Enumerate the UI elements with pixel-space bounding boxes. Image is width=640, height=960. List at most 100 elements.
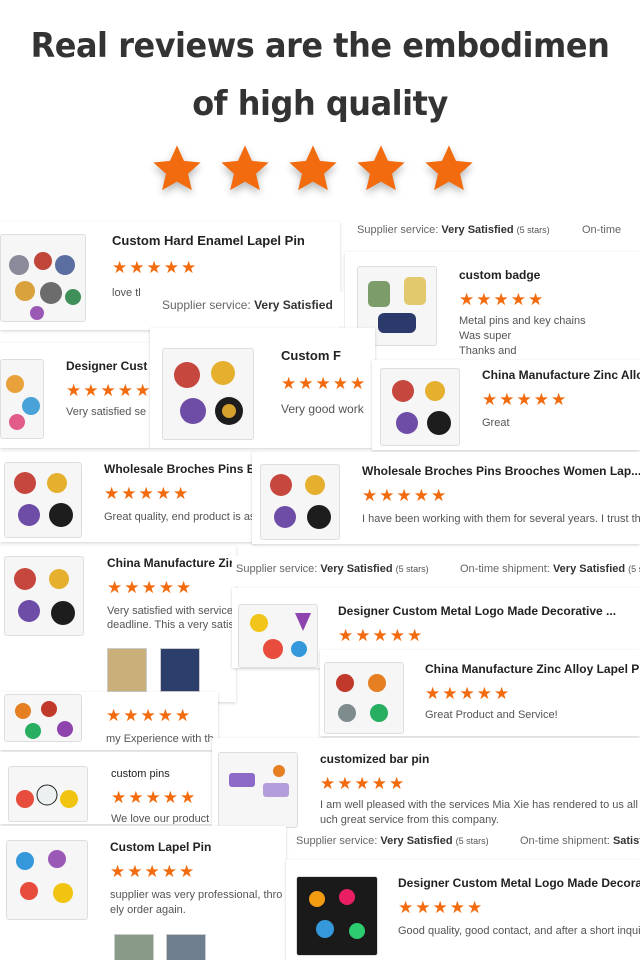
- star-icon: ★: [398, 898, 414, 918]
- star-icon: [357, 145, 405, 191]
- rating-stars: ★ ★ ★ ★ ★: [398, 900, 482, 917]
- review-card[interactable]: ★ ★ ★ ★ ★ my Experience with th: [0, 692, 218, 750]
- review-title: China Manufacture Zinc Allo: [482, 368, 640, 382]
- service-stars: (5 stars): [516, 225, 550, 235]
- star-icon: [221, 145, 269, 191]
- service-label: Supplier service:: [296, 835, 378, 847]
- star-icon: [425, 145, 473, 191]
- product-image: [238, 604, 318, 668]
- product-image: [0, 234, 86, 322]
- review-card[interactable]: Designer Cust ★ ★ ★ ★ ★ Very satisfied se: [0, 343, 150, 448]
- star-icon: ★: [459, 290, 475, 310]
- star-icon: ★: [510, 290, 526, 310]
- star-icon: ★: [415, 898, 431, 918]
- review-card[interactable]: Custom F ★ ★ ★ ★ ★ Very good work: [150, 328, 375, 448]
- star-icon: ★: [117, 381, 133, 401]
- star-icon: ★: [432, 898, 448, 918]
- star-icon: ★: [389, 626, 405, 646]
- star-icon: ★: [467, 898, 483, 918]
- star-icon: ★: [371, 774, 387, 794]
- review-text: Great: [482, 417, 510, 429]
- review-photo[interactable]: [166, 934, 206, 960]
- rating-stars: ★ ★ ★ ★ ★: [320, 776, 404, 793]
- star-icon: ★: [516, 390, 532, 410]
- star-icon: ★: [528, 290, 544, 310]
- service-label: Supplier service:: [162, 298, 251, 312]
- rating-stars: ★ ★ ★ ★ ★: [111, 790, 195, 807]
- review-text: ely order again.: [110, 904, 186, 916]
- star-icon: ★: [158, 578, 174, 598]
- star-icon: ★: [104, 484, 120, 504]
- review-card[interactable]: Custom Lapel Pin ★ ★ ★ ★ ★ supplier was very…: [0, 826, 286, 960]
- star-icon: ★: [379, 486, 395, 506]
- service-label: Supplier service:: [357, 224, 439, 236]
- star-icon: ★: [482, 390, 498, 410]
- star-icon: ★: [111, 788, 127, 808]
- review-card[interactable]: Wholesale Broches Pins B ★ ★ ★ ★ ★ Great qua…: [0, 452, 258, 542]
- review-text: deadline. This a very satis: [107, 619, 234, 631]
- review-title: China Manufacture Zinc Alloy Lapel Pi: [425, 662, 640, 676]
- rating-stars: ★ ★ ★ ★ ★: [104, 486, 188, 503]
- star-icon: ★: [533, 390, 549, 410]
- star-icon: ★: [354, 774, 370, 794]
- rating-stars: ★ ★ ★ ★ ★: [106, 708, 190, 725]
- rating-stars: ★ ★ ★ ★ ★: [338, 628, 422, 645]
- review-text: We love our product: [111, 813, 210, 824]
- star-icon: ★: [83, 381, 99, 401]
- ontime-label: On-time shipment:: [460, 563, 550, 575]
- review-card[interactable]: China Manufacture Zinc Alloy Lapel Pi ★ ★…: [320, 650, 640, 736]
- review-card[interactable]: China Manufacture Zir ★ ★ ★ ★ ★ Very satisfi…: [0, 546, 236, 702]
- star-icon: ★: [181, 258, 197, 278]
- review-photo[interactable]: [114, 934, 154, 960]
- review-photo[interactable]: [107, 648, 147, 692]
- review-title: custom badge: [459, 268, 541, 282]
- star-icon: ★: [124, 578, 140, 598]
- star-icon: ★: [106, 706, 122, 726]
- star-icon: ★: [144, 862, 160, 882]
- review-text: Thanks and: [459, 345, 517, 357]
- star-icon: ★: [476, 290, 492, 310]
- review-photo[interactable]: [160, 648, 200, 692]
- review-title: Wholesale Broches Pins Brooches Women La…: [362, 464, 640, 478]
- review-card[interactable]: custom pins ★ ★ ★ ★ ★ We love our product: [0, 752, 212, 824]
- star-icon: ★: [442, 684, 458, 704]
- review-card[interactable]: custom badge ★ ★ ★ ★ ★ Metal pins and key ch…: [345, 252, 640, 364]
- review-title: Wholesale Broches Pins B: [104, 462, 256, 476]
- star-icon: ★: [337, 774, 353, 794]
- service-bar: Supplier service: Very Satisfied: [146, 292, 344, 326]
- review-text: Very good work: [281, 402, 364, 416]
- star-icon: ★: [146, 258, 162, 278]
- service-value: Very Satisfied: [380, 835, 453, 847]
- service-value: Very Satisfied: [320, 563, 393, 575]
- headline-line-1: Real reviews are the embodimen: [30, 26, 610, 66]
- star-icon: ★: [162, 788, 178, 808]
- service-stars: (5 stars): [395, 564, 429, 574]
- star-icon: ★: [127, 862, 143, 882]
- ontime-label: On-time shipment:: [520, 835, 610, 847]
- star-icon: ★: [138, 484, 154, 504]
- review-card[interactable]: Designer Custom Metal Logo Made Decora ★…: [286, 860, 640, 960]
- service-stars: (5 stars): [455, 836, 489, 846]
- service-bar: Supplier service: Very Satisfied (5 star…: [345, 214, 640, 250]
- star-icon: ★: [121, 484, 137, 504]
- review-card[interactable]: Wholesale Broches Pins Brooches Women La…: [252, 452, 640, 544]
- review-text: my Experience with th: [106, 733, 214, 745]
- service-value: Very Satisfied: [254, 298, 333, 312]
- star-icon: ★: [145, 788, 161, 808]
- review-title: Designer Cust: [66, 359, 148, 373]
- rating-stars: ★ ★ ★ ★ ★: [66, 383, 150, 400]
- ontime-stars: (5 s: [628, 564, 640, 574]
- review-card[interactable]: China Manufacture Zinc Allo ★ ★ ★ ★ ★ Great: [372, 360, 640, 450]
- star-icon: ★: [66, 381, 82, 401]
- headline-line-2: of high quality: [192, 84, 448, 124]
- star-icon: ★: [129, 258, 145, 278]
- star-icon: ★: [112, 258, 128, 278]
- review-card[interactable]: customized bar pin ★ ★ ★ ★ ★ I am well pleas…: [212, 738, 640, 830]
- product-image: [260, 464, 340, 540]
- ontime-value: Satisf: [612, 835, 640, 847]
- review-text: supplier was very professional, thro: [110, 889, 283, 901]
- star-icon: ★: [135, 381, 150, 401]
- rating-stars: ★ ★ ★ ★ ★: [425, 686, 509, 703]
- star-icon: ★: [396, 486, 412, 506]
- review-title: Custom Hard Enamel Lapel Pin: [112, 233, 305, 248]
